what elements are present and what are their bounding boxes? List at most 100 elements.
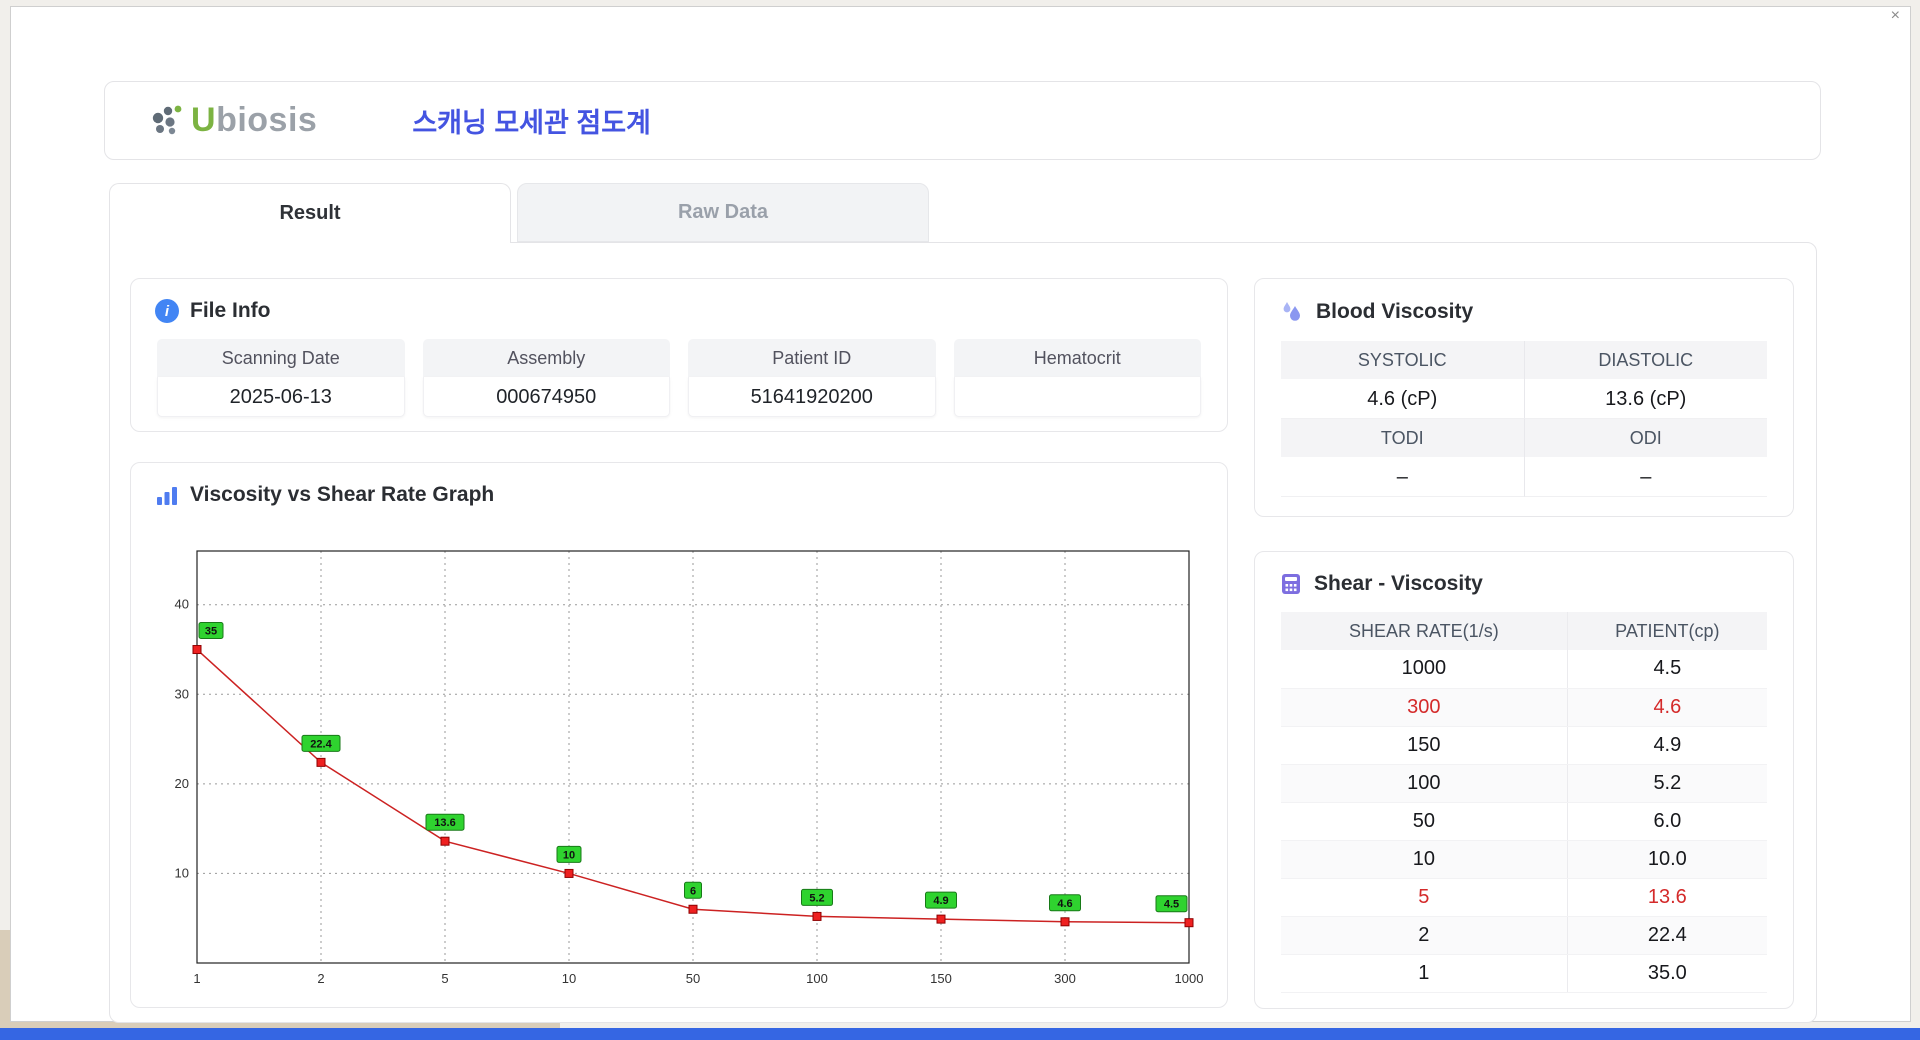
blood-viscosity-title-row: Blood Viscosity [1279,299,1793,325]
svg-text:1: 1 [193,971,200,986]
file-info-card: i File Info Scanning Date 2025-06-13 Ass… [130,278,1228,432]
bv-header-todi: TODI [1281,419,1524,457]
sv-patient: 35.0 [1566,954,1767,993]
sv-patient: 22.4 [1566,916,1767,955]
sv-patient: 4.5 [1566,650,1767,689]
table-row: 50 6.0 [1281,802,1767,841]
svg-text:150: 150 [930,971,952,986]
bv-value-row: – – [1281,457,1767,497]
logo-text: Ubiosis [191,101,317,140]
taskbar-strip [0,1028,1920,1040]
sv-shear: 50 [1281,802,1568,841]
svg-text:35: 35 [205,626,217,638]
bv-header-systolic: SYSTOLIC [1281,341,1524,379]
bv-systolic-value: 4.6 (cP) [1281,379,1524,419]
bv-todi-value: – [1281,457,1524,497]
desktop-background-sliver [0,930,10,1022]
file-info-fields: Scanning Date 2025-06-13 Assembly 000674… [157,339,1201,417]
table-row: 1000 4.5 [1281,650,1767,689]
sv-shear: 300 [1281,688,1568,727]
svg-text:5.2: 5.2 [809,892,824,904]
sv-col-patient: PATIENT(cp) [1566,612,1767,650]
field-assembly: Assembly 000674950 [422,339,670,417]
bv-header-diastolic: DIASTOLIC [1523,341,1767,379]
droplets-icon [1283,302,1300,321]
svg-text:10: 10 [562,971,576,986]
sv-shear: 5 [1281,878,1568,917]
bv-header-row: TODI ODI [1281,419,1767,457]
svg-text:40: 40 [175,597,189,612]
close-icon[interactable]: × [1891,7,1900,25]
sv-shear: 10 [1281,840,1568,879]
result-panel: i File Info Scanning Date 2025-06-13 Ass… [109,242,1817,1023]
calculator-icon [1282,574,1300,594]
field-value [953,377,1201,417]
svg-text:2: 2 [317,971,324,986]
svg-text:300: 300 [1054,971,1076,986]
graph-title-row: Viscosity vs Shear Rate Graph [155,483,1227,507]
sv-patient: 4.9 [1566,726,1767,765]
sv-shear: 1000 [1281,650,1568,689]
shear-viscosity-card: Shear - Viscosity SHEAR RATE(1/s) PATIEN… [1254,551,1794,1009]
bv-odi-value: – [1523,457,1767,497]
field-patient-id: Patient ID 51641920200 [688,339,936,417]
svg-text:5: 5 [441,971,448,986]
field-label: Patient ID [688,339,936,377]
svg-text:22.4: 22.4 [310,738,332,750]
bar-chart-icon [157,487,177,505]
tab-result[interactable]: Result [109,183,511,243]
sv-shear: 2 [1281,916,1568,955]
sv-shear: 100 [1281,764,1568,803]
sv-patient: 5.2 [1566,764,1767,803]
shear-viscosity-table: SHEAR RATE(1/s) PATIENT(cp) 1000 4.5 300 4… [1281,612,1767,993]
table-row: 2 22.4 [1281,916,1767,955]
viscosity-chart-svg: 10 20 30 40 1 2 5 10 50 100 150 300 1000 35 22.4 13.6 10… [175,550,1204,986]
table-row: 300 4.6 [1281,688,1767,727]
field-label: Scanning Date [157,339,405,377]
svg-text:4.5: 4.5 [1164,899,1179,911]
logo: Ubiosis [147,101,317,141]
svg-text:50: 50 [686,971,700,986]
blood-viscosity-card: Blood Viscosity SYSTOLIC DIASTOLIC 4.6 (… [1254,278,1794,517]
blood-viscosity-title: Blood Viscosity [1316,300,1474,323]
svg-text:13.6: 13.6 [434,817,455,829]
field-value: 2025-06-13 [157,377,405,417]
sv-patient: 6.0 [1566,802,1767,841]
sv-patient: 4.6 [1566,688,1767,727]
table-row: 150 4.9 [1281,726,1767,765]
sv-patient: 13.6 [1566,878,1767,917]
shear-viscosity-title: Shear - Viscosity [1314,572,1483,595]
logo-text-first: U [191,101,217,139]
page-title: 스캐닝 모세관 점도계 [412,108,651,138]
svg-text:1000: 1000 [1175,971,1204,986]
sv-patient: 10.0 [1566,840,1767,879]
tab-raw-data[interactable]: Raw Data [517,183,929,242]
sv-col-shear-rate: SHEAR RATE(1/s) [1281,612,1568,650]
svg-text:6: 6 [690,885,696,897]
viscosity-chart: 10 20 30 40 1 2 5 10 50 100 150 300 1000 35 22.4 13.6 10… [157,535,1205,995]
blood-viscosity-table: SYSTOLIC DIASTOLIC 4.6 (cP) 13.6 (cP) TO… [1281,341,1767,497]
shear-viscosity-title-row: Shear - Viscosity [1279,572,1793,596]
table-row: 1 35.0 [1281,954,1767,993]
file-info-title-row: i File Info [155,299,1227,323]
logo-text-rest: biosis [216,101,318,139]
field-value: 51641920200 [688,377,936,417]
app-header: Ubiosis 스캐닝 모세관 점도계 [104,81,1821,160]
bv-header-row: SYSTOLIC DIASTOLIC [1281,341,1767,379]
bv-diastolic-value: 13.6 (cP) [1523,379,1767,419]
bv-value-row: 4.6 (cP) 13.6 (cP) [1281,379,1767,419]
bv-header-odi: ODI [1523,419,1767,457]
svg-text:10: 10 [175,865,189,880]
field-scanning-date: Scanning Date 2025-06-13 [157,339,405,417]
sv-header-row: SHEAR RATE(1/s) PATIENT(cp) [1281,612,1767,650]
field-hematocrit: Hematocrit [953,339,1201,417]
svg-text:4.6: 4.6 [1057,898,1072,910]
sv-shear: 150 [1281,726,1568,765]
svg-text:10: 10 [563,849,575,861]
svg-text:20: 20 [175,776,189,791]
table-row: 5 13.6 [1281,878,1767,917]
info-icon: i [155,299,179,323]
svg-text:4.9: 4.9 [933,895,948,907]
sv-shear: 1 [1281,954,1568,993]
svg-text:30: 30 [175,686,189,701]
